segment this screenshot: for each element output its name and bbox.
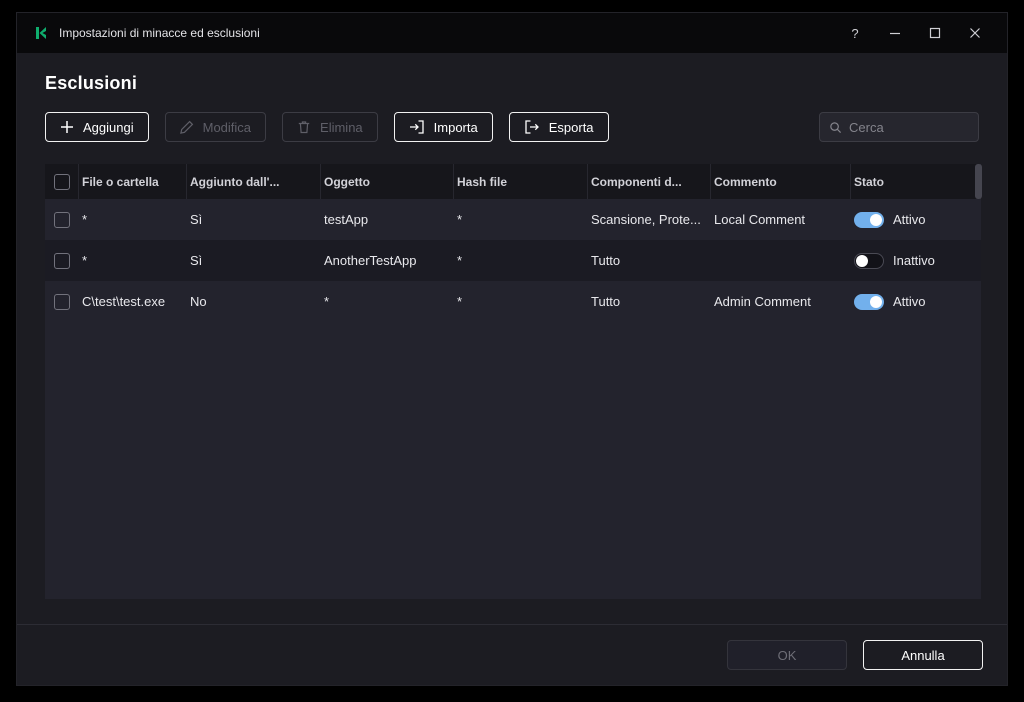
- cell-added-by: Sì: [187, 253, 321, 268]
- export-icon: [524, 120, 540, 134]
- minimize-icon: [889, 27, 901, 39]
- import-button[interactable]: Importa: [394, 112, 493, 142]
- column-header-file: File o cartella: [79, 164, 187, 199]
- cell-object: *: [321, 294, 454, 309]
- import-icon: [409, 120, 425, 134]
- cancel-button[interactable]: Annulla: [863, 640, 983, 670]
- cell-comment: Local Comment: [711, 212, 851, 227]
- status-label: Inattivo: [893, 253, 935, 268]
- table-body: * Sì testApp * Scansione, Prote... Local…: [45, 199, 981, 599]
- ok-button[interactable]: OK: [727, 640, 847, 670]
- cell-added-by: No: [187, 294, 321, 309]
- delete-button-label: Elimina: [320, 120, 363, 135]
- titlebar: Impostazioni di minacce ed esclusioni ?: [17, 13, 1007, 53]
- row-checkbox[interactable]: [54, 253, 70, 269]
- window-title: Impostazioni di minacce ed esclusioni: [59, 26, 260, 40]
- cell-components: Scansione, Prote...: [588, 212, 711, 227]
- cell-hash: *: [454, 253, 588, 268]
- delete-button[interactable]: Elimina: [282, 112, 378, 142]
- content-area: Esclusioni Aggiungi Modifica Elimina: [17, 53, 1007, 624]
- table-header: File o cartella Aggiunto dall'... Oggett…: [45, 164, 981, 199]
- maximize-button[interactable]: [915, 13, 955, 53]
- add-button[interactable]: Aggiungi: [45, 112, 149, 142]
- row-checkbox[interactable]: [54, 294, 70, 310]
- pencil-icon: [180, 120, 194, 134]
- cell-added-by: Sì: [187, 212, 321, 227]
- cell-file: *: [79, 212, 187, 227]
- cell-comment: Admin Comment: [711, 294, 851, 309]
- cell-object: testApp: [321, 212, 454, 227]
- kaspersky-logo-icon: [33, 25, 49, 41]
- export-button[interactable]: Esporta: [509, 112, 609, 142]
- footer: OK Annulla: [17, 624, 1007, 685]
- toolbar: Aggiungi Modifica Elimina Importa: [45, 112, 979, 142]
- cell-object: AnotherTestApp: [321, 253, 454, 268]
- column-header-object: Oggetto: [321, 164, 454, 199]
- import-button-label: Importa: [434, 120, 478, 135]
- cell-file: C\test\test.exe: [79, 294, 187, 309]
- scrollbar-thumb[interactable]: [975, 164, 982, 199]
- search-input[interactable]: [849, 120, 969, 135]
- exclusions-table: File o cartella Aggiunto dall'... Oggett…: [45, 164, 981, 599]
- table-row[interactable]: C\test\test.exe No * * Tutto Admin Comme…: [45, 281, 981, 322]
- cell-hash: *: [454, 212, 588, 227]
- close-icon: [969, 27, 981, 39]
- column-header-state: Stato: [851, 164, 981, 199]
- trash-icon: [297, 120, 311, 134]
- status-label: Attivo: [893, 294, 926, 309]
- export-button-label: Esporta: [549, 120, 594, 135]
- status-toggle[interactable]: [854, 294, 884, 310]
- plus-icon: [60, 120, 74, 134]
- column-header-comment: Commento: [711, 164, 851, 199]
- select-all-checkbox[interactable]: [54, 174, 70, 190]
- row-checkbox[interactable]: [54, 212, 70, 228]
- cell-file: *: [79, 253, 187, 268]
- table-row[interactable]: * Sì testApp * Scansione, Prote... Local…: [45, 199, 981, 240]
- edit-button-label: Modifica: [203, 120, 251, 135]
- search-box[interactable]: [819, 112, 979, 142]
- column-header-hash: Hash file: [454, 164, 588, 199]
- cell-components: Tutto: [588, 253, 711, 268]
- maximize-icon: [929, 27, 941, 39]
- status-toggle[interactable]: [854, 253, 884, 269]
- help-button[interactable]: ?: [835, 13, 875, 53]
- cell-hash: *: [454, 294, 588, 309]
- status-toggle[interactable]: [854, 212, 884, 228]
- add-button-label: Aggiungi: [83, 120, 134, 135]
- status-label: Attivo: [893, 212, 926, 227]
- page-title: Esclusioni: [45, 73, 979, 94]
- table-row[interactable]: * Sì AnotherTestApp * Tutto Inattivo: [45, 240, 981, 281]
- settings-window: Impostazioni di minacce ed esclusioni ? …: [16, 12, 1008, 686]
- cell-components: Tutto: [588, 294, 711, 309]
- column-header-components: Componenti d...: [588, 164, 711, 199]
- edit-button[interactable]: Modifica: [165, 112, 266, 142]
- close-button[interactable]: [955, 13, 995, 53]
- column-header-added-by: Aggiunto dall'...: [187, 164, 321, 199]
- search-icon: [829, 121, 842, 134]
- minimize-button[interactable]: [875, 13, 915, 53]
